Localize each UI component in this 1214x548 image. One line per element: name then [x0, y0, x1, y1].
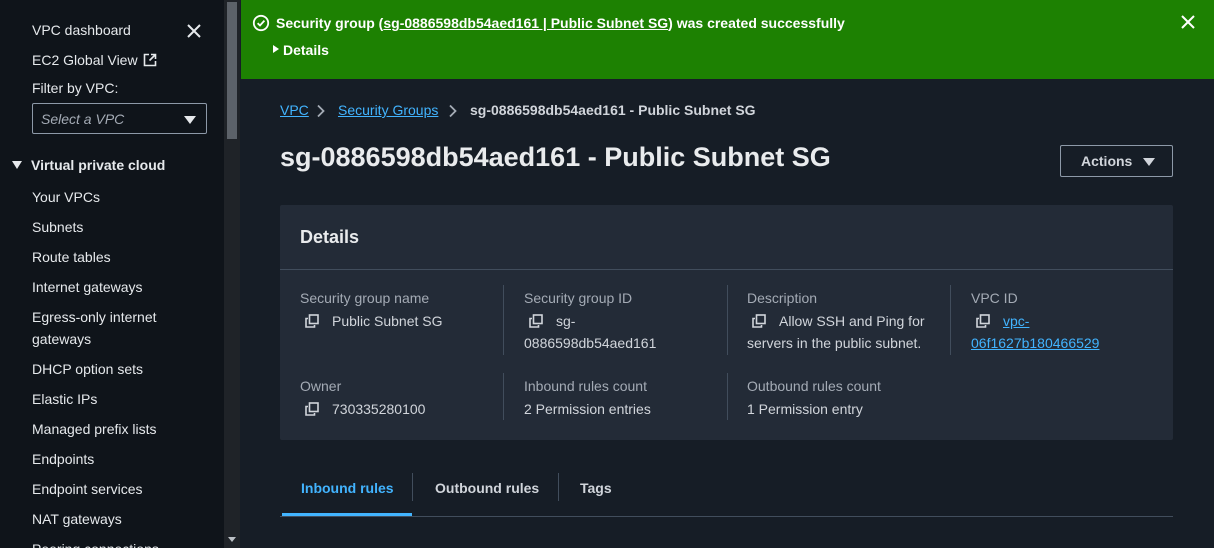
- breadcrumb-security-groups-link[interactable]: Security Groups: [338, 102, 438, 118]
- caret-down-icon: [12, 161, 22, 169]
- security-group-id-value-line2: 0886598db54aed161: [524, 335, 657, 351]
- sidebar-section-virtual-private-cloud[interactable]: Virtual private cloud: [12, 157, 165, 173]
- inbound-rules-count-value: 2 Permission entries: [524, 401, 651, 417]
- security-group-name-value: Public Subnet SG: [332, 313, 443, 329]
- copy-icon[interactable]: [305, 314, 319, 328]
- filter-by-vpc-label: Filter by VPC:: [32, 80, 119, 96]
- sidebar-section-label: Virtual private cloud: [31, 157, 166, 173]
- scrollbar-thumb[interactable]: [227, 2, 237, 139]
- sidebar-item-route-tables[interactable]: Route tables: [32, 246, 212, 268]
- sidebar-scrollbar[interactable]: [224, 0, 240, 548]
- flash-details-toggle[interactable]: Details: [273, 42, 329, 58]
- details-card-title: Details: [300, 227, 360, 247]
- copy-icon[interactable]: [976, 314, 990, 328]
- column-divider: [503, 285, 504, 355]
- sidebar-ec2-global-view-link[interactable]: EC2 Global View: [32, 52, 157, 68]
- tab-separator: [412, 473, 413, 501]
- success-flash-banner: Security group (sg-0886598db54aed161 | P…: [241, 0, 1214, 79]
- caret-down-icon: [184, 116, 196, 124]
- vpc-filter-placeholder: Select a VPC: [41, 111, 125, 127]
- actions-button[interactable]: Actions: [1060, 145, 1173, 177]
- sidebar-vpc-dashboard-link[interactable]: VPC dashboard: [32, 22, 131, 38]
- copy-icon[interactable]: [752, 314, 766, 328]
- description-label: Description: [747, 290, 818, 306]
- tab-tags[interactable]: Tags: [580, 480, 612, 496]
- column-divider: [950, 285, 951, 355]
- sidebar-item-endpoint-services[interactable]: Endpoint services: [32, 478, 212, 500]
- inbound-rules-count-label: Inbound rules count: [524, 378, 647, 394]
- tab-outbound-rules[interactable]: Outbound rules: [435, 480, 539, 496]
- tab-inbound-rules[interactable]: Inbound rules: [301, 480, 394, 496]
- sidebar-item-peering-connections[interactable]: Peering connections: [32, 538, 212, 548]
- sidebar-item-subnets[interactable]: Subnets: [32, 216, 212, 238]
- caret-right-icon: [273, 45, 279, 53]
- owner-value: 730335280100: [332, 401, 426, 417]
- sidebar-ec2-global-view-label: EC2 Global View: [32, 52, 138, 68]
- flash-details-label: Details: [283, 42, 329, 58]
- copy-icon[interactable]: [529, 314, 543, 328]
- sidebar-item-egress-only-internet-gateways[interactable]: Egress-only internet gateways: [32, 306, 182, 350]
- column-divider: [727, 373, 728, 420]
- card-divider: [280, 269, 1173, 270]
- chevron-right-icon: [449, 104, 457, 118]
- scroll-down-arrow-icon[interactable]: [228, 537, 236, 542]
- description-value-line1: Allow SSH and Ping for: [779, 313, 925, 329]
- tab-separator: [558, 473, 559, 501]
- vpc-id-link-line1[interactable]: vpc-: [1003, 310, 1029, 332]
- sidebar-item-managed-prefix-lists[interactable]: Managed prefix lists: [32, 418, 212, 440]
- caret-down-icon: [1143, 158, 1155, 166]
- flash-security-group-link[interactable]: sg-0886598db54aed161 | Public Subnet SG: [383, 15, 668, 31]
- flash-message-prefix: Security group (: [276, 15, 384, 31]
- vpc-id-link-line2[interactable]: 06f1627b180466529: [971, 332, 1099, 354]
- flash-message: Security group (sg-0886598db54aed161 | P…: [276, 15, 845, 31]
- external-link-icon: [143, 53, 156, 67]
- sidebar-item-your-vpcs[interactable]: Your VPCs: [32, 186, 212, 208]
- sidebar-item-endpoints[interactable]: Endpoints: [32, 448, 212, 470]
- vpc-console: VPC dashboard EC2 Global View Filter by …: [0, 0, 1214, 548]
- column-divider: [727, 285, 728, 355]
- owner-label: Owner: [300, 378, 342, 394]
- chevron-right-icon: [317, 104, 325, 118]
- outbound-rules-count-value: 1 Permission entry: [747, 401, 863, 417]
- outbound-rules-count-label: Outbound rules count: [747, 378, 881, 394]
- sidebar-item-nat-gateways[interactable]: NAT gateways: [32, 508, 212, 530]
- vpc-id-label: VPC ID: [971, 290, 1018, 306]
- security-group-id-value-line1: sg-: [556, 313, 576, 329]
- security-group-id-label: Security group ID: [524, 290, 633, 306]
- actions-button-label: Actions: [1081, 153, 1133, 169]
- close-icon[interactable]: [1181, 15, 1195, 29]
- breadcrumb-current: sg-0886598db54aed161 - Public Subnet SG: [470, 102, 756, 118]
- close-icon[interactable]: [185, 22, 203, 40]
- security-group-name-label: Security group name: [300, 290, 430, 306]
- column-divider: [503, 373, 504, 420]
- copy-icon[interactable]: [305, 402, 319, 416]
- page-title: sg-0886598db54aed161 - Public Subnet SG: [280, 142, 831, 172]
- success-check-icon: [252, 14, 270, 32]
- description-value-line2: servers in the public subnet.: [747, 335, 922, 351]
- tabs-divider: [280, 516, 1173, 517]
- details-card: Details Security group name Public Subne…: [280, 205, 1173, 440]
- sidebar-item-dhcp-option-sets[interactable]: DHCP option sets: [32, 358, 212, 380]
- sidebar-item-elastic-ips[interactable]: Elastic IPs: [32, 388, 212, 410]
- sidebar: VPC dashboard EC2 Global View Filter by …: [0, 0, 224, 548]
- rules-tabs: Inbound rules Outbound rules Tags: [280, 470, 1173, 517]
- flash-message-suffix: ) was created successfully: [668, 15, 845, 31]
- breadcrumb-vpc-link[interactable]: VPC: [280, 102, 309, 118]
- sidebar-item-internet-gateways[interactable]: Internet gateways: [32, 276, 212, 298]
- vpc-filter-select[interactable]: Select a VPC: [32, 103, 207, 134]
